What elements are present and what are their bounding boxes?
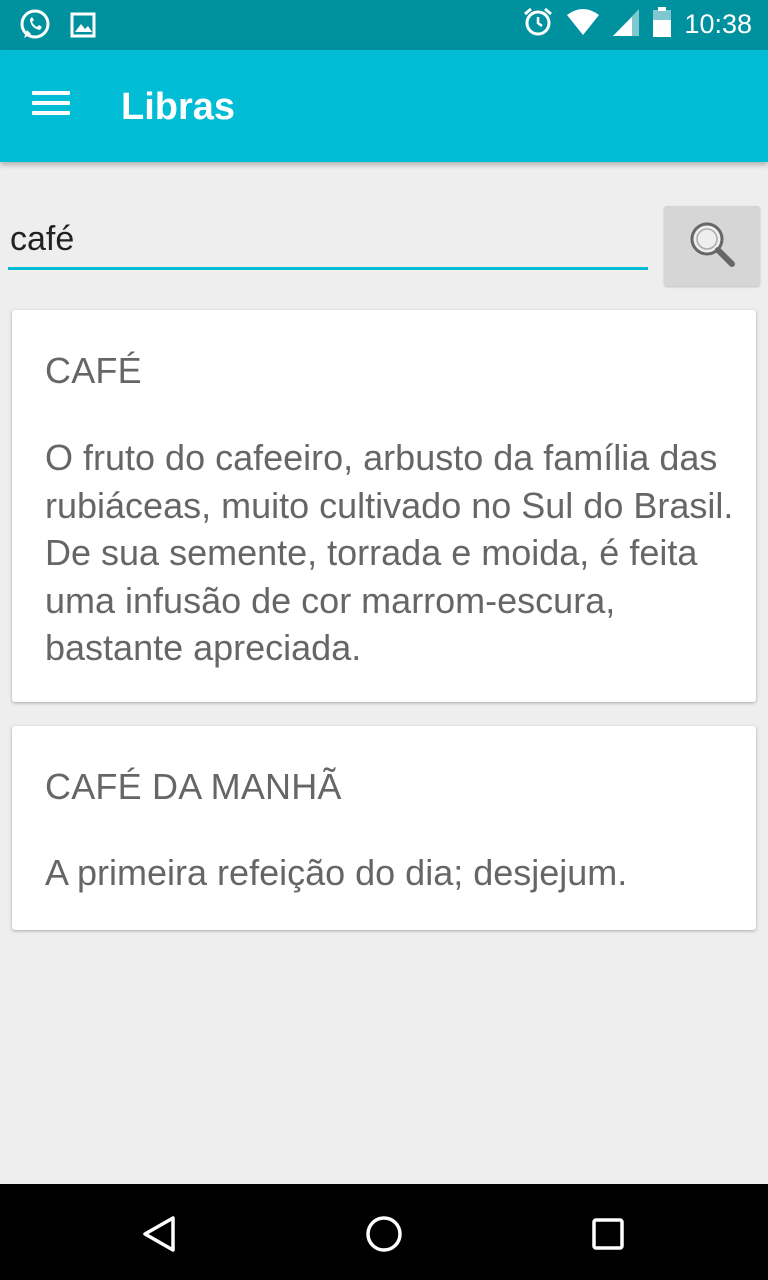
result-definition: A primeira refeição do dia; desjejum. (45, 852, 628, 893)
wifi-icon (566, 7, 600, 42)
status-right-icons: 10:38 (522, 6, 752, 43)
menu-icon (32, 91, 80, 115)
search-input[interactable] (8, 212, 648, 270)
result-title: CAFÉ (45, 350, 142, 391)
back-button[interactable] (138, 1212, 182, 1256)
home-button[interactable] (362, 1212, 406, 1256)
image-icon (70, 12, 96, 43)
battery-icon (652, 6, 672, 43)
app-title: Libras (121, 86, 236, 128)
status-left-icons (18, 8, 96, 47)
result-definition: O fruto do cafeeiro, arbusto da família … (45, 437, 734, 668)
search-button[interactable] (664, 206, 760, 286)
result-card[interactable]: CAFÉ O fruto do cafeeiro, arbusto da fam… (12, 310, 756, 702)
status-bar: 10:38 (0, 0, 768, 50)
recents-icon (592, 1218, 624, 1250)
signal-icon (612, 7, 640, 42)
alarm-icon (522, 6, 554, 43)
whatsapp-icon (18, 8, 52, 47)
app-bar: Libras (0, 50, 768, 162)
back-icon (143, 1216, 175, 1252)
recents-button[interactable] (586, 1212, 630, 1256)
search-icon (686, 218, 738, 275)
result-card[interactable]: CAFÉ DA MANHÃ A primeira refeição do dia… (12, 726, 756, 930)
navigation-bar (0, 1184, 768, 1280)
menu-button[interactable] (32, 86, 80, 126)
result-title: CAFÉ DA MANHÃ (45, 766, 342, 807)
home-icon (366, 1216, 402, 1252)
status-time: 10:38 (684, 9, 752, 39)
